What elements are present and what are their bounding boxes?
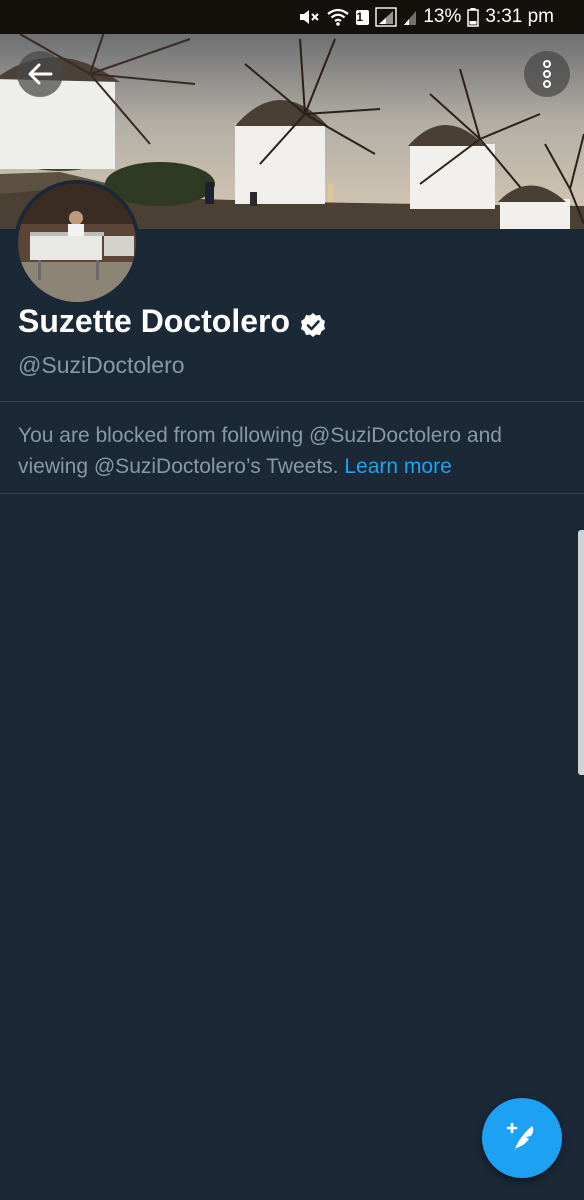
display-name: Suzette Doctolero (18, 303, 326, 340)
more-options-button[interactable] (524, 51, 570, 97)
battery-percent: 13% (423, 6, 462, 27)
compose-tweet-button[interactable] (482, 1098, 562, 1178)
avatar[interactable] (14, 180, 140, 306)
signal-weak-icon (403, 7, 417, 27)
blocked-notice: You are blocked from following @SuziDoct… (18, 420, 566, 482)
verified-badge-icon (300, 309, 326, 337)
back-button[interactable] (17, 51, 63, 97)
compose-tweet-icon (506, 1122, 534, 1152)
profile-handle: @SuziDoctolero (18, 352, 185, 378)
battery-icon (467, 7, 480, 27)
status-bar: 1 13% 3:31 pm (0, 0, 584, 34)
scrollbar[interactable] (578, 530, 584, 775)
mute-icon (298, 7, 320, 27)
display-name-text: Suzette Doctolero (18, 303, 291, 339)
clock: 3:31 pm (485, 6, 554, 27)
signal-icon (375, 7, 398, 27)
learn-more-link[interactable]: Learn more (344, 455, 451, 478)
more-vertical-icon (543, 60, 551, 88)
sim-icon: 1 (356, 9, 370, 25)
wifi-icon (326, 7, 350, 27)
divider (0, 401, 584, 402)
arrow-left-icon (28, 63, 53, 85)
divider (0, 493, 584, 494)
